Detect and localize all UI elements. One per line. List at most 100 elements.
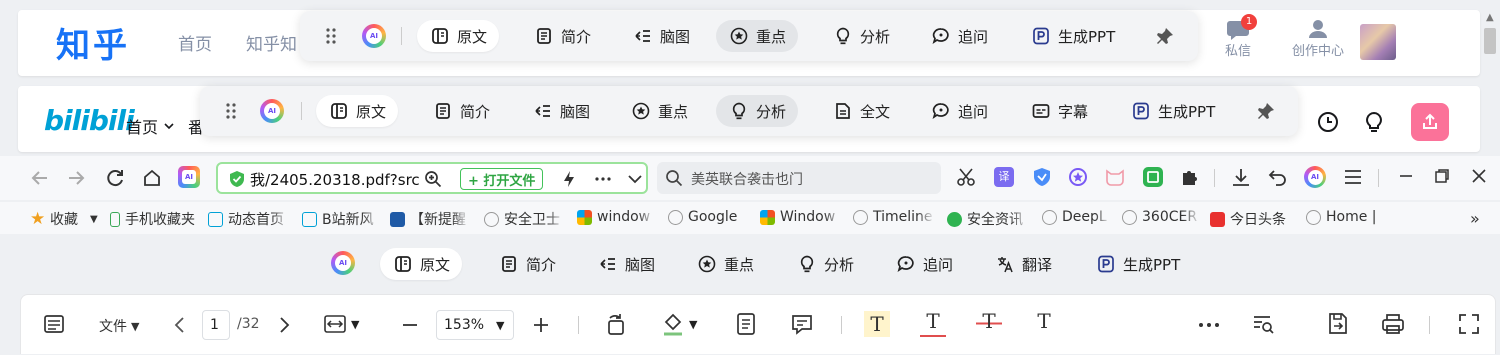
- scissors-icon[interactable]: [955, 166, 977, 188]
- chevron-down-icon[interactable]: [626, 170, 644, 188]
- rotate-icon[interactable]: [604, 311, 628, 337]
- bookmark-reminder[interactable]: 【新提醒: [390, 209, 470, 229]
- puzzle-icon[interactable]: [1180, 167, 1200, 187]
- prev-page-icon[interactable]: [171, 315, 187, 335]
- tool-mindmap[interactable]: 脑图: [620, 20, 702, 52]
- underline-text-icon[interactable]: T: [920, 309, 946, 337]
- print-icon[interactable]: [1380, 311, 1406, 337]
- zoom-in-icon[interactable]: [424, 170, 442, 188]
- bookmark-toutiao[interactable]: 今日头条: [1210, 209, 1286, 229]
- history-icon[interactable]: [1316, 110, 1340, 134]
- tool-followup[interactable]: 追问: [918, 95, 1000, 127]
- tool-analysis[interactable]: 分析: [784, 248, 866, 280]
- tool-analysis[interactable]: 分析: [716, 95, 799, 127]
- ai-logo-icon[interactable]: AI: [362, 24, 386, 48]
- ai-assistant-icon[interactable]: AI: [178, 166, 200, 188]
- menu-icon[interactable]: [1342, 166, 1364, 188]
- address-bar[interactable]: 我/2405.20318.pdf?src + 打开文件: [216, 162, 648, 194]
- bookmark-home[interactable]: Home |: [1306, 209, 1377, 225]
- next-page-icon[interactable]: [277, 315, 293, 335]
- back-icon[interactable]: [30, 168, 50, 188]
- bookmark-windows-1[interactable]: window: [577, 209, 655, 225]
- fill-color-button[interactable]: ▼: [661, 311, 697, 337]
- ai-logo-icon[interactable]: AI: [331, 251, 355, 275]
- lightning-icon[interactable]: [560, 170, 578, 188]
- drag-handle-icon[interactable]: [326, 28, 336, 44]
- bookmark-favorites[interactable]: ★ 收藏 ▼: [30, 209, 98, 229]
- download-icon[interactable]: [1230, 166, 1252, 188]
- bookmark-deepl[interactable]: DeepL: [1042, 209, 1110, 225]
- tool-fulltext[interactable]: 全文: [820, 95, 902, 127]
- minimize-icon[interactable]: [1396, 166, 1416, 186]
- tool-followup[interactable]: 追问: [883, 248, 965, 280]
- more-dots-icon[interactable]: [1197, 315, 1221, 335]
- zhihu-nav-zhihuzhi[interactable]: 知乎知: [246, 30, 297, 55]
- vpn-shield-icon[interactable]: [1032, 167, 1052, 187]
- bookmark-security-news[interactable]: 安全资讯: [947, 209, 1029, 229]
- bookmark-google[interactable]: Google: [668, 209, 737, 225]
- tool-mindmap[interactable]: 脑图: [585, 248, 667, 280]
- bookmark-bilibili[interactable]: B站新风: [302, 209, 380, 229]
- bookmark-mobile[interactable]: 手机收藏夹: [110, 209, 195, 229]
- more-bookmarks-icon[interactable]: »: [1470, 209, 1480, 228]
- close-icon[interactable]: [1469, 166, 1489, 186]
- drag-handle-icon[interactable]: [226, 103, 236, 119]
- sidebar-toggle-icon[interactable]: [43, 313, 65, 335]
- extension-star-icon[interactable]: [1068, 167, 1088, 187]
- zhihu-logo[interactable]: 知乎: [56, 18, 130, 67]
- strikethrough-text-icon[interactable]: T: [976, 309, 1002, 337]
- zoom-select[interactable]: 153% ▼: [436, 310, 514, 340]
- translate-icon[interactable]: 译: [994, 167, 1014, 187]
- tool-original[interactable]: 原文: [380, 248, 463, 280]
- zhihu-messages-button[interactable]: 1 私信: [1208, 14, 1268, 59]
- more-dots-icon[interactable]: [594, 170, 612, 188]
- page-notes-icon[interactable]: [735, 312, 757, 336]
- zoom-out-icon[interactable]: [399, 314, 421, 336]
- undo-icon[interactable]: [1267, 166, 1289, 188]
- scroll-up-icon[interactable]: ▲: [1486, 12, 1494, 23]
- tool-generate-ppt[interactable]: 生成PPT: [1083, 248, 1192, 280]
- tool-highlights[interactable]: 重点: [618, 95, 700, 127]
- tool-subtitles[interactable]: 字幕: [1018, 95, 1100, 127]
- pin-icon[interactable]: [1155, 26, 1175, 46]
- tool-original[interactable]: 原文: [316, 95, 399, 127]
- zhihu-creator-center-button[interactable]: 创作中心: [1278, 16, 1358, 59]
- tool-original[interactable]: 原文: [417, 20, 500, 52]
- bookmark-windows-2[interactable]: Window: [760, 209, 842, 225]
- search-document-icon[interactable]: [1251, 312, 1275, 336]
- zhihu-nav-home[interactable]: 首页: [178, 30, 212, 55]
- zoom-in-icon[interactable]: [530, 314, 552, 336]
- fullscreen-icon[interactable]: [1457, 312, 1481, 336]
- tool-highlights[interactable]: 重点: [684, 248, 766, 280]
- search-box[interactable]: 美英联合袭击也门: [657, 162, 941, 194]
- highlight-text-icon[interactable]: T: [864, 311, 890, 337]
- bookmark-360-safety[interactable]: 安全卫士: [484, 209, 566, 229]
- tool-generate-ppt[interactable]: 生成PPT: [1018, 20, 1127, 52]
- tool-summary[interactable]: 简介: [420, 95, 502, 127]
- upload-button[interactable]: [1411, 103, 1449, 141]
- open-file-button[interactable]: + 打开文件: [460, 168, 544, 190]
- tool-generate-ppt[interactable]: 生成PPT: [1118, 95, 1227, 127]
- bookmark-dynamic[interactable]: 动态首页: [208, 209, 290, 229]
- scrollbar-thumb[interactable]: [1484, 28, 1496, 54]
- tool-summary[interactable]: 简介: [521, 20, 603, 52]
- tool-followup[interactable]: 追问: [918, 20, 1000, 52]
- comment-icon[interactable]: [790, 312, 814, 336]
- bilibili-home-menu[interactable]: 首页: [126, 114, 176, 138]
- tool-analysis[interactable]: 分析: [820, 20, 902, 52]
- cat-extension-icon[interactable]: [1104, 167, 1126, 187]
- book-extension-icon[interactable]: [1143, 167, 1163, 187]
- restore-icon[interactable]: [1432, 166, 1452, 186]
- save-icon[interactable]: [1326, 311, 1350, 337]
- pin-icon[interactable]: [1256, 101, 1276, 121]
- bookmark-360cert[interactable]: 360CER: [1122, 209, 1200, 225]
- forward-icon[interactable]: [66, 168, 86, 188]
- tool-summary[interactable]: 简介: [486, 248, 568, 280]
- bilibili-logo[interactable]: bilibili: [44, 104, 135, 137]
- file-menu[interactable]: 文件 ▼: [99, 316, 139, 336]
- avatar[interactable]: [1360, 24, 1396, 60]
- lightbulb-icon[interactable]: [1362, 110, 1386, 134]
- page-number-input[interactable]: 1: [202, 310, 230, 340]
- add-text-icon[interactable]: T: [1031, 309, 1057, 337]
- tool-mindmap[interactable]: 脑图: [520, 95, 602, 127]
